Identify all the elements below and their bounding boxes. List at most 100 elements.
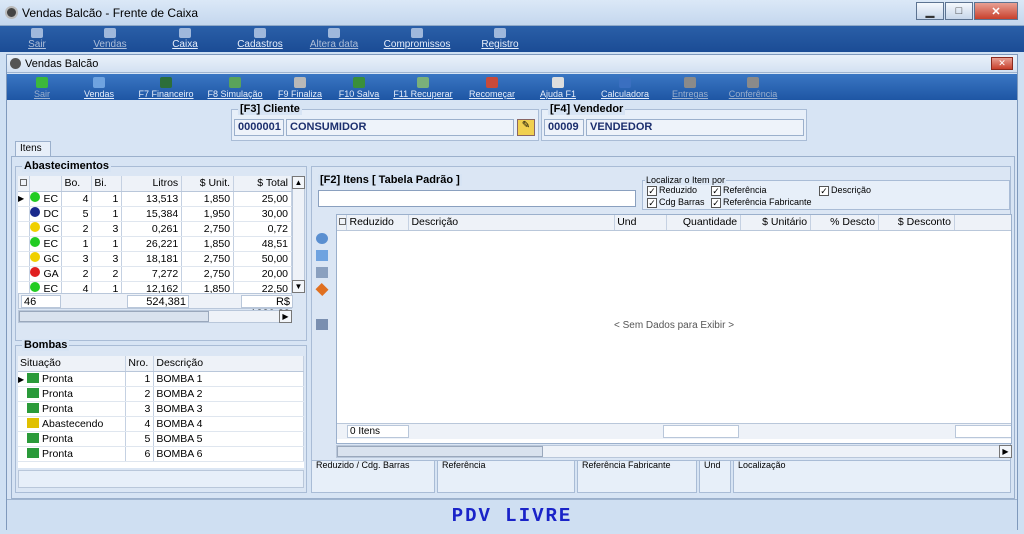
toolbar-confer-ncia[interactable]: Conferência bbox=[725, 74, 781, 100]
child-close-button[interactable]: ✕ bbox=[991, 57, 1013, 70]
vendedor-legend: [F4] Vendedor bbox=[548, 103, 626, 115]
toolbar-ajuda-f1[interactable]: Ajuda F1 bbox=[527, 74, 589, 100]
cell-descricao: BOMBA 5 bbox=[153, 431, 304, 447]
itens-search-input[interactable] bbox=[318, 190, 636, 207]
toolbar-f10-salva[interactable]: F10 Salva bbox=[335, 74, 383, 100]
opt-descricao[interactable]: ✓ Descrição bbox=[819, 185, 871, 196]
checkbox-icon[interactable]: ✓ bbox=[647, 186, 657, 196]
abastecimentos-grid[interactable]: Bo. Bi. Litros $ Unit. $ Total ▶ EC 4 1 13,5… bbox=[18, 176, 292, 293]
refresh-icon[interactable] bbox=[316, 233, 328, 244]
bombas-grid[interactable]: Situação Nro. Descrição ▶ Pronta 1 BOMBA 1 … bbox=[18, 356, 304, 468]
scroll-right-icon[interactable]: ▶ bbox=[279, 310, 292, 323]
toolbar-sair[interactable]: Sair bbox=[19, 74, 65, 100]
checkbox-icon[interactable]: ✓ bbox=[819, 186, 829, 196]
checkbox-icon[interactable]: ✓ bbox=[711, 198, 721, 208]
table-row[interactable]: Abastecendo 4 BOMBA 4 bbox=[18, 416, 304, 432]
col-nro[interactable]: Nro. bbox=[125, 356, 155, 372]
opt-referencia[interactable]: ✓ Referência bbox=[711, 185, 767, 196]
cliente-search-icon[interactable]: ✎ bbox=[517, 119, 535, 136]
col-bi[interactable]: Bi. bbox=[91, 176, 123, 192]
col-total[interactable]: $ Total bbox=[233, 176, 292, 192]
field-refer-ncia-fabricante[interactable]: Referência Fabricante bbox=[577, 460, 697, 493]
toolbar-label: F9 Finaliza bbox=[277, 89, 322, 99]
col-unit[interactable]: $ Unit. bbox=[181, 176, 235, 192]
table-row[interactable]: GA 2 2 7,272 2,750 20,00 bbox=[18, 266, 292, 282]
toolbar-entregas[interactable]: Entregas bbox=[661, 74, 719, 100]
abastecimentos-hscroll[interactable]: ▶ bbox=[18, 310, 292, 323]
toolbar-recomeçar[interactable]: Recomeçar bbox=[463, 74, 521, 100]
tab-itens[interactable]: Itens bbox=[15, 141, 51, 156]
toolbar-vendas[interactable]: Vendas bbox=[71, 74, 127, 100]
menu-cadastros[interactable]: Cadastros bbox=[224, 26, 296, 52]
table-row[interactable]: GC 3 3 18,181 2,750 50,00 bbox=[18, 251, 292, 267]
col-reduzido[interactable]: Reduzido bbox=[346, 215, 410, 231]
col-und[interactable]: Und bbox=[614, 215, 668, 231]
table-row[interactable]: Pronta 2 BOMBA 2 bbox=[18, 386, 304, 402]
close-button[interactable]: ✕ bbox=[974, 2, 1018, 20]
table-row[interactable]: EC 4 1 12,162 1,850 22,50 bbox=[18, 281, 292, 293]
field-refer-ncia[interactable]: Referência bbox=[437, 460, 575, 493]
cell-bi: 1 bbox=[91, 281, 123, 293]
col-total[interactable]: $ T bbox=[954, 215, 1011, 231]
cliente-name-field[interactable]: CONSUMIDOR bbox=[286, 119, 514, 136]
itens-grid[interactable]: Reduzido Descrição Und Quantidade $ Unit… bbox=[336, 214, 1012, 444]
toolbar-f11-recuperar[interactable]: F11 Recuperar bbox=[389, 74, 457, 100]
warning-icon[interactable] bbox=[315, 282, 329, 297]
grid-icon[interactable] bbox=[316, 267, 328, 278]
toolbar-calculadora[interactable]: Calculadora bbox=[595, 74, 655, 100]
menu-label: Cadastros bbox=[237, 39, 283, 50]
menu-vendas[interactable]: Vendas bbox=[74, 26, 146, 52]
cliente-code-field[interactable]: 0000001 bbox=[234, 119, 284, 136]
col-quantidade[interactable]: Quantidade bbox=[666, 215, 742, 231]
minimize-button[interactable]: ▁ bbox=[916, 2, 944, 20]
col-bo[interactable]: Bo. bbox=[61, 176, 93, 192]
document-icon[interactable] bbox=[316, 319, 328, 330]
menu-sair[interactable]: Sair bbox=[0, 26, 74, 52]
col-unitario[interactable]: $ Unitário bbox=[740, 215, 812, 231]
itens-grid-menu-icon[interactable] bbox=[339, 218, 346, 226]
itens-scroll-right-icon[interactable]: ▶ bbox=[999, 445, 1012, 458]
scroll-down-icon[interactable]: ▼ bbox=[292, 280, 305, 293]
table-row[interactable]: Pronta 5 BOMBA 5 bbox=[18, 431, 304, 447]
toolbar-f8-simulação[interactable]: F8 Simulação bbox=[205, 74, 265, 100]
table-row[interactable]: DC 5 1 15,384 1,950 30,00 bbox=[18, 206, 292, 222]
abastecimentos-vscroll[interactable]: ▲ ▼ bbox=[292, 176, 305, 293]
opt-ref-fabricante[interactable]: ✓ Referência Fabricante bbox=[711, 197, 812, 208]
checkbox-icon[interactable]: ✓ bbox=[647, 198, 657, 208]
grid-menu-icon[interactable] bbox=[20, 179, 27, 187]
itens-hscroll[interactable]: ▶ bbox=[336, 445, 1012, 458]
toolbar-icon bbox=[619, 77, 631, 88]
vendedor-name-field[interactable]: VENDEDOR bbox=[586, 119, 804, 136]
field-reduzido-cdg-barras[interactable]: Reduzido / Cdg. Barras bbox=[311, 460, 435, 493]
table-row[interactable]: ▶ Pronta 1 BOMBA 1 bbox=[18, 371, 304, 387]
table-row[interactable]: EC 1 1 26,221 1,850 48,51 bbox=[18, 236, 292, 252]
maximize-button[interactable]: □ bbox=[945, 2, 973, 20]
itens-side-toolbar bbox=[315, 233, 330, 345]
scroll-up-icon[interactable]: ▲ bbox=[292, 176, 305, 189]
field-localiza-o[interactable]: Localização bbox=[733, 460, 1011, 493]
col-descricao[interactable]: Descrição bbox=[153, 356, 304, 372]
itens-count: 0 Itens bbox=[347, 425, 409, 438]
col-litros[interactable]: Litros bbox=[121, 176, 183, 192]
table-row[interactable]: ▶ EC 4 1 13,513 1,850 25,00 bbox=[18, 191, 292, 207]
toolbar-f9-finaliza[interactable]: F9 Finaliza bbox=[271, 74, 329, 100]
opt-reduzido[interactable]: ✓ Reduzido bbox=[647, 185, 697, 196]
menu-altera-data[interactable]: Altera data bbox=[296, 26, 372, 52]
col-desc[interactable]: Descrição bbox=[408, 215, 616, 231]
vendedor-code-field[interactable]: 00009 bbox=[544, 119, 584, 136]
col-desconto[interactable]: $ Desconto bbox=[878, 215, 956, 231]
checkbox-icon[interactable]: ✓ bbox=[711, 186, 721, 196]
opt-cdg-barras[interactable]: ✓ Cdg Barras bbox=[647, 197, 705, 208]
table-row[interactable]: GC 2 3 0,261 2,750 0,72 bbox=[18, 221, 292, 237]
col-situacao[interactable]: Situação bbox=[18, 356, 127, 372]
menu-caixa[interactable]: Caixa bbox=[146, 26, 224, 52]
col-descto[interactable]: % Descto bbox=[810, 215, 880, 231]
window-icon[interactable] bbox=[316, 250, 328, 261]
field-und[interactable]: Und bbox=[699, 460, 731, 493]
table-row[interactable]: Pronta 6 BOMBA 6 bbox=[18, 446, 304, 462]
menu-registro[interactable]: Registro bbox=[462, 26, 538, 52]
cell-bo: 4 bbox=[61, 191, 93, 207]
menu-compromissos[interactable]: Compromissos bbox=[372, 26, 462, 52]
table-row[interactable]: Pronta 3 BOMBA 3 bbox=[18, 401, 304, 417]
toolbar-f7-financeiro[interactable]: F7 Financeiro bbox=[133, 74, 199, 100]
